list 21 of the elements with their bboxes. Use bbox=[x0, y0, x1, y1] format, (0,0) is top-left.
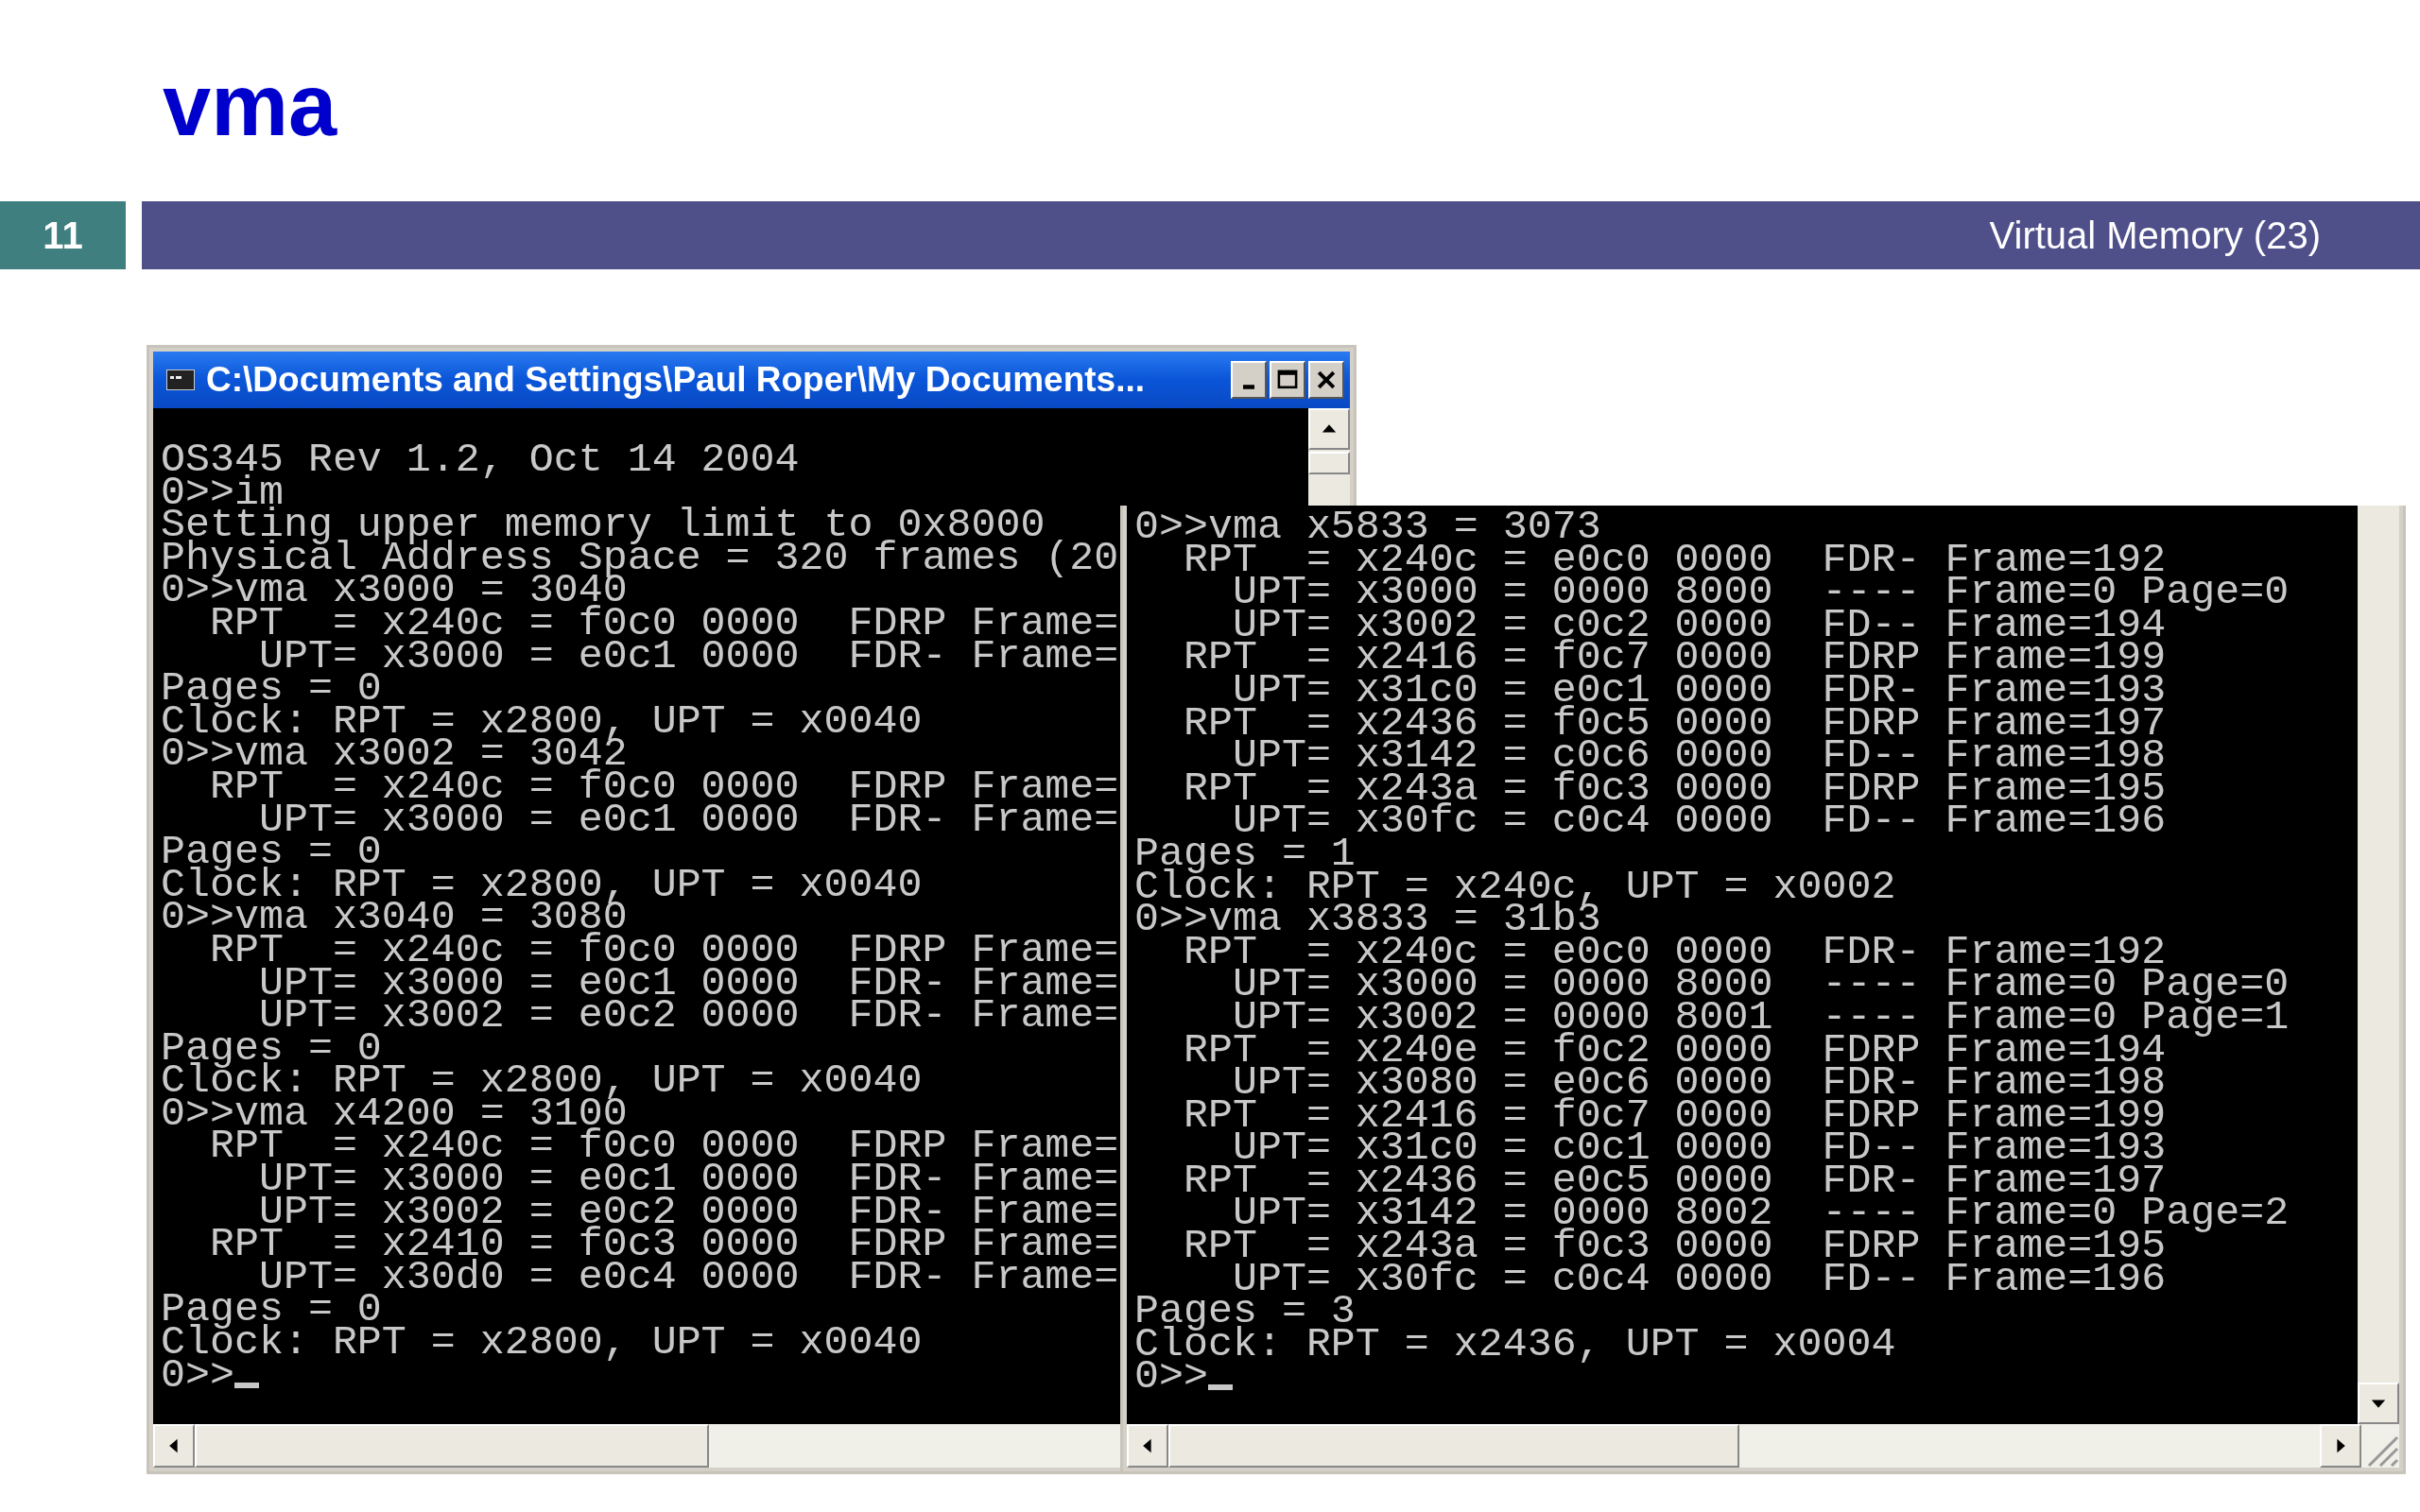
scroll-down-button[interactable] bbox=[2358, 1383, 2399, 1424]
section-title: Virtual Memory (23) bbox=[1989, 214, 2321, 257]
slide-number: 11 bbox=[0, 201, 126, 269]
vertical-scrollbar[interactable] bbox=[2358, 506, 2399, 1424]
scroll-thumb[interactable] bbox=[1308, 452, 1350, 474]
close-button[interactable] bbox=[1308, 361, 1344, 399]
console-icon bbox=[166, 369, 195, 390]
console-line: 0>> bbox=[1134, 1361, 1208, 1395]
maximize-button[interactable] bbox=[1270, 361, 1305, 399]
minimize-button[interactable] bbox=[1231, 361, 1267, 399]
scroll-right-button[interactable] bbox=[2320, 1424, 2361, 1468]
window-title: C:\Documents and Settings\Paul Roper\My Documents... bbox=[206, 360, 1146, 400]
scroll-up-button[interactable] bbox=[1308, 408, 1350, 450]
minimize-icon bbox=[1243, 385, 1254, 389]
slide-title: vma bbox=[162, 56, 338, 155]
scroll-thumb[interactable] bbox=[1168, 1424, 1739, 1468]
scroll-thumb[interactable] bbox=[195, 1424, 709, 1468]
scroll-left-button[interactable] bbox=[1127, 1424, 1168, 1468]
scroll-left-button[interactable] bbox=[153, 1424, 195, 1468]
horizontal-scrollbar[interactable] bbox=[1127, 1424, 2399, 1468]
console-line: 0>> bbox=[161, 1359, 234, 1393]
